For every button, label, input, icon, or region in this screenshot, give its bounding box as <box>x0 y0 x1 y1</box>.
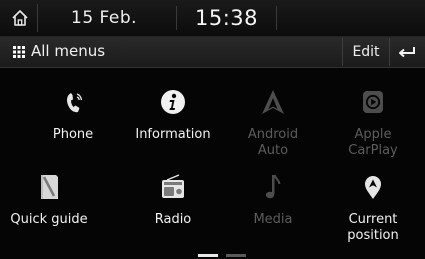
location-pin-icon <box>358 172 388 202</box>
back-button[interactable] <box>390 38 424 66</box>
menu-item-label: Radio <box>154 212 192 227</box>
edit-button[interactable]: Edit <box>342 38 390 66</box>
home-icon <box>12 10 28 26</box>
menu-item-label-line: Android Auto <box>247 127 299 158</box>
apple-carplay-icon <box>358 87 388 117</box>
quick-guide-icon <box>34 172 64 202</box>
back-arrow-icon <box>399 47 415 58</box>
home-button[interactable] <box>3 4 38 32</box>
menu-item-label: Android Auto <box>223 127 323 159</box>
menu-item-label: Current position <box>323 212 423 244</box>
status-bar: 15 Feb. 15:38 <box>0 0 425 37</box>
menu-item-label-line: Current position <box>347 212 399 243</box>
menu-item-radio[interactable]: Radio <box>123 172 223 256</box>
menu-item-label: Phone <box>52 127 94 142</box>
menu-item-android-auto[interactable]: Android Auto <box>223 87 323 171</box>
media-icon <box>258 172 288 202</box>
page-indicator-active <box>198 254 218 257</box>
status-divider <box>276 6 277 30</box>
page-title: All menus <box>31 42 106 60</box>
status-time: 15:38 <box>195 6 259 30</box>
all-menus-screen: 15 Feb. 15:38 All menus Edit Phone Infor… <box>0 0 425 259</box>
page-indicator-inactive <box>226 254 246 257</box>
status-date: 15 Feb. <box>71 8 138 28</box>
menu-item-quick-guide[interactable]: Quick guide <box>0 172 94 256</box>
menu-item-label: Apple CarPlay <box>323 127 423 159</box>
menu-item-information[interactable]: Information <box>123 87 223 171</box>
status-divider <box>176 6 177 30</box>
radio-icon <box>158 172 188 202</box>
android-auto-icon <box>258 87 288 117</box>
menu-item-label-line: Apple CarPlay <box>348 127 398 158</box>
information-icon <box>158 87 188 117</box>
menu-item-media[interactable]: Media <box>223 172 323 256</box>
menu-item-label: Information <box>135 127 211 142</box>
grid-menu-icon <box>13 46 25 58</box>
menu-item-phone[interactable]: Phone <box>23 87 123 171</box>
menu-item-label: Media <box>253 212 293 227</box>
title-bar: All menus Edit <box>0 37 425 68</box>
menu-item-label: Quick guide <box>10 212 88 227</box>
phone-icon <box>58 87 88 117</box>
menu-item-apple-carplay[interactable]: Apple CarPlay <box>323 87 423 171</box>
menu-item-current-position[interactable]: Current position <box>319 172 419 256</box>
